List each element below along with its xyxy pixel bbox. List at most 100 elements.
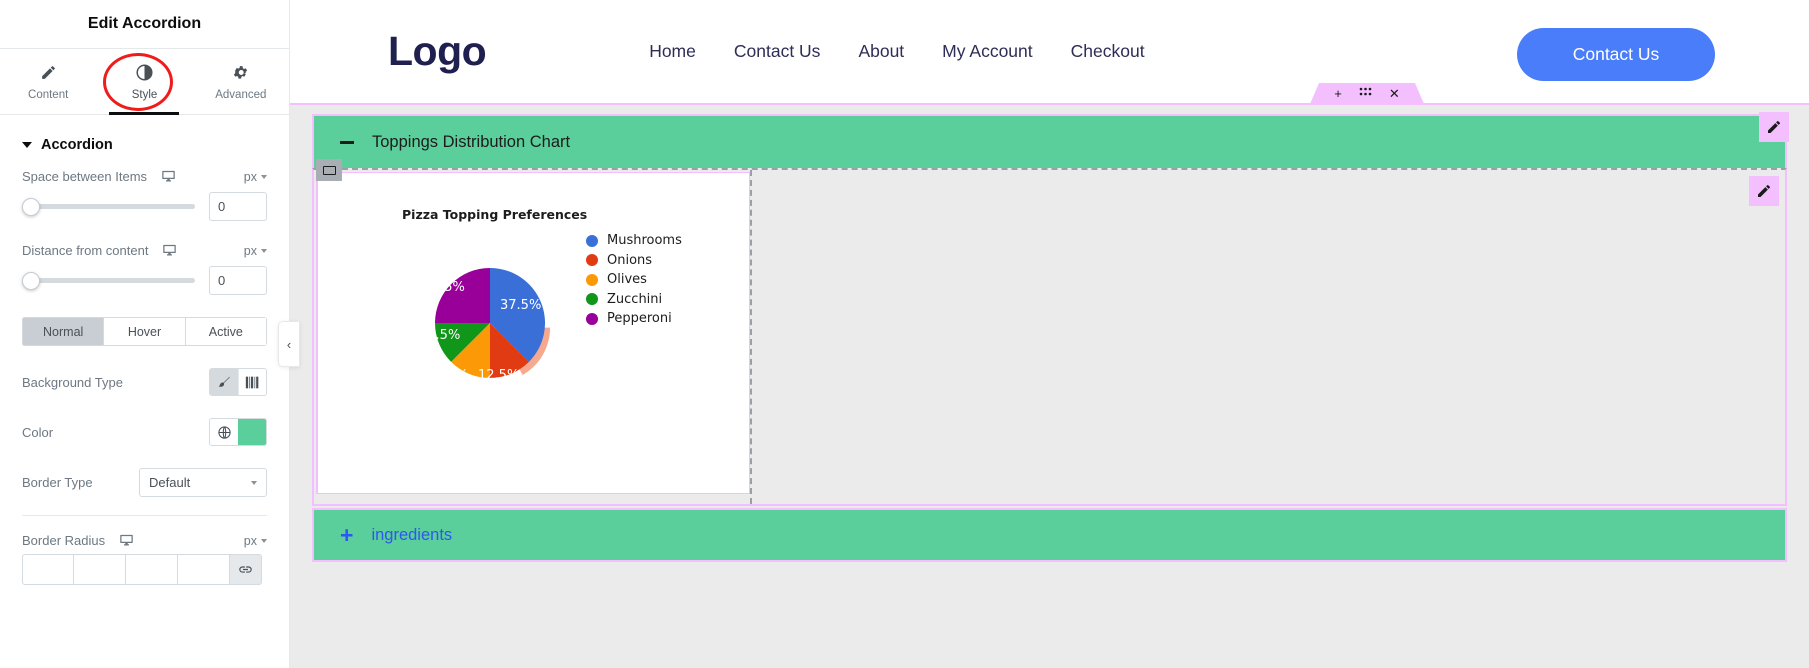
legend-label-pepperoni: Pepperoni — [607, 311, 672, 326]
border-type-label: Border Type — [22, 475, 93, 490]
section-header-accordion[interactable]: Accordion — [22, 115, 267, 169]
accordion-style-section: Accordion Space between Items px — [0, 115, 289, 585]
accordion-panel-toppings: Pizza Topping Preferences — [312, 168, 1787, 506]
pie-label-olives: 12.5% — [427, 368, 468, 383]
space-between-items-label: Space between Items — [22, 169, 147, 184]
pie-slice-pepperoni[interactable] — [435, 268, 490, 323]
border-type-row: Border Type Default — [22, 468, 267, 497]
nav-item-contact-us[interactable]: Contact Us — [734, 41, 821, 62]
chevron-down-icon — [22, 142, 32, 148]
tab-content-label: Content — [28, 89, 68, 101]
space-between-items-unit[interactable]: px — [244, 170, 267, 184]
color-controls — [209, 418, 267, 446]
distance-from-content-label: Distance from content — [22, 243, 148, 258]
divider — [22, 515, 267, 516]
page-title: Edit Accordion — [0, 0, 289, 49]
state-tab-active[interactable]: Active — [186, 317, 267, 346]
border-radius-left[interactable] — [178, 554, 230, 585]
legend-label-onions: Onions — [607, 253, 652, 268]
distance-from-content-unit[interactable]: px — [244, 244, 267, 258]
unit-label: px — [244, 534, 257, 548]
legend-item-olives[interactable]: Olives — [586, 270, 682, 290]
brush-icon[interactable] — [210, 369, 238, 395]
sidebar-collapse-handle[interactable]: ‹ — [278, 321, 300, 367]
main-nav: Home Contact Us About My Account Checkou… — [649, 41, 1144, 62]
accordion-widget: Toppings Distribution Chart — [312, 114, 1787, 562]
chart-widget[interactable]: Pizza Topping Preferences — [316, 172, 750, 494]
desktop-icon[interactable] — [161, 169, 176, 184]
border-radius-unit[interactable]: px — [244, 534, 267, 548]
gradient-icon[interactable] — [238, 369, 266, 395]
state-tabs: Normal Hover Active — [22, 317, 267, 346]
border-radius-right[interactable] — [74, 554, 126, 585]
slider-track — [22, 204, 195, 209]
pencil-icon — [40, 63, 57, 82]
edit-accordion-pencil[interactable] — [1759, 112, 1789, 142]
unit-label: px — [244, 170, 257, 184]
gear-icon — [232, 63, 249, 82]
desktop-icon[interactable] — [119, 533, 134, 548]
legend-color-olives — [586, 274, 598, 286]
tab-advanced-label: Advanced — [215, 89, 266, 101]
legend-label-zucchini: Zucchini — [607, 292, 662, 307]
slider-knob[interactable] — [22, 272, 40, 290]
site-logo[interactable]: Logo — [388, 28, 486, 75]
contrast-icon — [135, 63, 154, 82]
space-between-items-input[interactable]: 0 — [209, 192, 267, 221]
column-divider — [750, 170, 752, 504]
legend-item-zucchini[interactable]: Zucchini — [586, 290, 682, 310]
accordion-header-toppings[interactable]: Toppings Distribution Chart — [312, 114, 1787, 168]
border-radius-bottom[interactable] — [126, 554, 178, 585]
close-icon[interactable]: ✕ — [1389, 87, 1400, 100]
border-type-value: Default — [149, 475, 190, 490]
legend-item-onions[interactable]: Onions — [586, 251, 682, 271]
pie-chart-svg — [402, 235, 578, 411]
background-type-row: Background Type — [22, 368, 267, 396]
nav-item-my-account[interactable]: My Account — [942, 41, 1032, 62]
widget-toolbar[interactable]: + ✕ — [1310, 83, 1424, 104]
nav-item-about[interactable]: About — [858, 41, 904, 62]
color-row: Color — [22, 418, 267, 446]
drag-handle-icon[interactable] — [1359, 87, 1372, 100]
distance-from-content-row: Distance from content px — [22, 243, 267, 258]
globe-icon[interactable] — [210, 419, 238, 445]
legend-color-pepperoni — [586, 313, 598, 325]
state-tab-normal[interactable]: Normal — [22, 317, 104, 346]
plus-icon[interactable]: + — [1334, 87, 1342, 100]
tab-style[interactable]: Style — [96, 49, 192, 114]
legend-label-mushrooms: Mushrooms — [607, 233, 682, 248]
border-radius-top[interactable] — [22, 554, 74, 585]
legend-item-pepperoni[interactable]: Pepperoni — [586, 309, 682, 329]
edit-chart-pencil[interactable] — [1749, 176, 1779, 206]
link-icon[interactable] — [230, 554, 262, 585]
minus-icon — [340, 141, 354, 144]
chevron-down-icon — [261, 539, 267, 543]
unit-label: px — [244, 244, 257, 258]
contact-us-button[interactable]: Contact Us — [1517, 28, 1715, 81]
sidebar-tabs: Content Style Advanced — [0, 49, 289, 115]
background-type-buttons — [209, 368, 267, 396]
state-tab-hover[interactable]: Hover — [104, 317, 185, 346]
desktop-icon[interactable] — [162, 243, 177, 258]
accordion-header-ingredients[interactable]: + ingredients — [312, 508, 1787, 562]
background-type-label: Background Type — [22, 375, 123, 390]
chart-legend: Mushrooms Onions Olives — [586, 231, 682, 329]
slider-knob[interactable] — [22, 198, 40, 216]
nav-item-checkout[interactable]: Checkout — [1071, 41, 1145, 62]
space-between-items-slider-row: 0 — [22, 192, 267, 221]
space-between-items-slider[interactable] — [22, 198, 195, 216]
legend-color-zucchini — [586, 293, 598, 305]
widget-frame-icon[interactable] — [316, 159, 342, 181]
chevron-down-icon — [251, 481, 257, 485]
tab-content[interactable]: Content — [0, 49, 96, 114]
nav-item-home[interactable]: Home — [649, 41, 696, 62]
border-type-select[interactable]: Default — [139, 468, 267, 497]
legend-item-mushrooms[interactable]: Mushrooms — [586, 231, 682, 251]
color-swatch[interactable] — [238, 419, 266, 445]
distance-from-content-input[interactable]: 0 — [209, 266, 267, 295]
pie-label-mushrooms: 37.5% — [500, 298, 541, 313]
tab-advanced[interactable]: Advanced — [193, 49, 289, 114]
pie-chart: 37.5% 12.5% 12.5% 12.5% 25% — [402, 235, 578, 411]
pie-label-pepperoni: 25% — [436, 280, 465, 295]
distance-from-content-slider[interactable] — [22, 272, 195, 290]
